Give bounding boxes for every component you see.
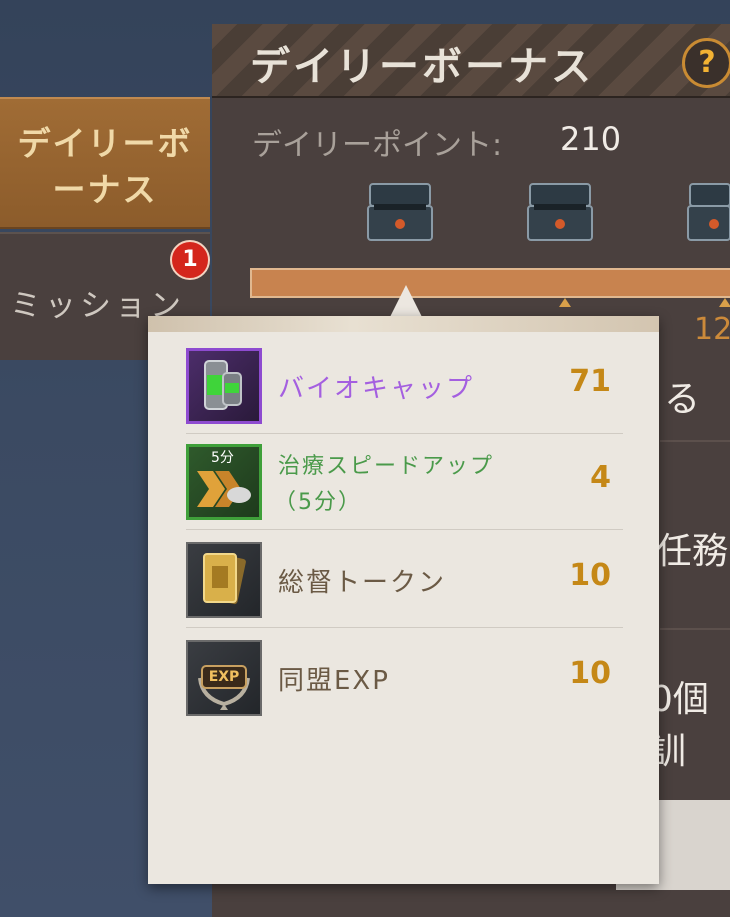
help-button[interactable]: ? [682, 38, 730, 88]
reward-chest-icon[interactable] [364, 180, 436, 246]
reward-name: 同盟EXP [278, 666, 390, 696]
tab-daily-bonus[interactable]: デイリーボ ーナス [0, 97, 210, 229]
reward-quantity: 4 [590, 460, 611, 495]
divider [186, 627, 623, 628]
reward-row: 5分 治療スピードアップ （5分） 4 [186, 434, 623, 530]
reward-row: EXP 同盟EXP 10 [186, 630, 623, 726]
governor-token-icon [186, 542, 262, 618]
mission-text-fragment: る [664, 379, 701, 420]
points-progress-bar [250, 268, 730, 298]
icon-duration-label: 5分 [211, 450, 234, 466]
mission-text-fragment: 0個訓 [650, 679, 709, 772]
page-title: デイリーボーナス [250, 44, 594, 90]
bio-cap-icon [186, 348, 262, 424]
reward-row: 総督トークン 10 [186, 532, 623, 628]
divider [186, 529, 623, 530]
alliance-exp-icon: EXP [186, 640, 262, 716]
reward-name-sub: （5分） [274, 490, 362, 515]
reward-chest-icon[interactable] [524, 180, 596, 246]
notification-badge: 1 [170, 240, 210, 280]
popup-pointer [390, 285, 422, 317]
reward-chest-icon[interactable] [684, 180, 730, 246]
divider [660, 628, 730, 630]
reward-name: 総督トークン [278, 568, 447, 598]
popup-header-strip [148, 316, 659, 332]
reward-popup: バイオキャップ 71 5分 治療スピードアップ （5分） 4 総督トークン 10… [148, 316, 659, 884]
reward-quantity: 71 [569, 364, 611, 399]
divider [660, 440, 730, 442]
reward-name: バイオキャップ [278, 374, 475, 404]
daily-points-label: デイリーポイント: [252, 128, 503, 163]
reward-name: 治療スピードアップ [278, 454, 495, 479]
heal-speedup-icon: 5分 [186, 444, 262, 520]
milestone-label: 12 [694, 312, 730, 347]
reward-row: バイオキャップ 71 [186, 338, 623, 434]
title-bar: デイリーボーナス ? [212, 24, 730, 98]
tab-daily-bonus-label: デイリーボ ーナス [17, 124, 193, 209]
milestone-marker [719, 298, 730, 307]
reward-quantity: 10 [569, 656, 611, 691]
daily-points-value: 210 [560, 120, 622, 158]
icon-exp-label: EXP [208, 669, 240, 685]
mission-text-fragment: 任務 [656, 531, 729, 572]
reward-quantity: 10 [569, 558, 611, 593]
milestone-marker [559, 298, 571, 307]
